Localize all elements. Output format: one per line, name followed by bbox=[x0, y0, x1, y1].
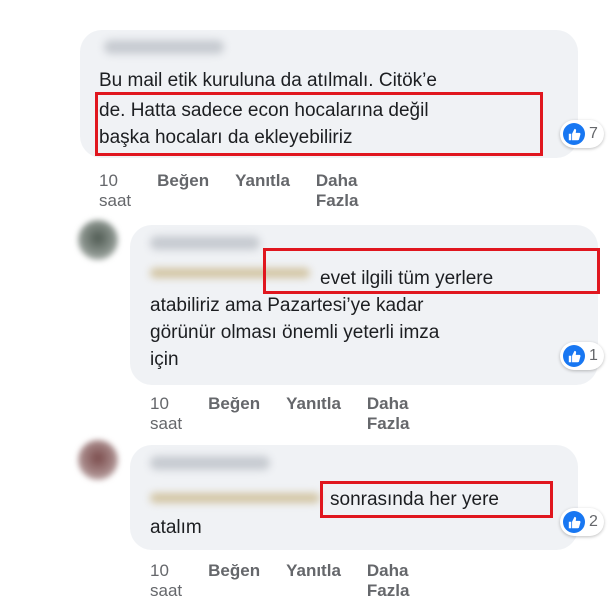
reaction-badge[interactable]: 1 bbox=[560, 342, 604, 370]
author-name-redacted[interactable] bbox=[104, 40, 224, 54]
comment-text-line: Bu mail etik kuruluna da atılmalı. Citök… bbox=[99, 70, 437, 91]
reaction-count: 2 bbox=[589, 513, 598, 530]
author-name-redacted[interactable] bbox=[150, 456, 270, 470]
reply-button[interactable]: Yanıtla bbox=[286, 394, 341, 434]
like-button[interactable]: Beğen bbox=[157, 171, 209, 211]
comment-text-line: görünür olması önemli yeterli imza bbox=[150, 322, 440, 343]
comment-actions: 10 saat Beğen Yanıtla Daha Fazla bbox=[99, 171, 384, 211]
reply-button[interactable]: Yanıtla bbox=[235, 171, 290, 211]
timestamp[interactable]: 10 saat bbox=[150, 394, 182, 434]
reaction-count: 1 bbox=[589, 347, 598, 364]
comment-actions: 10 saat Beğen Yanıtla Daha Fazla bbox=[150, 561, 435, 601]
timestamp[interactable]: 10 saat bbox=[99, 171, 131, 211]
like-button[interactable]: Beğen bbox=[208, 561, 260, 601]
author-subtitle-redacted bbox=[150, 493, 320, 503]
comment-text-line: için bbox=[150, 349, 179, 370]
more-button[interactable]: Daha Fazla bbox=[367, 561, 410, 601]
reaction-badge[interactable]: 2 bbox=[560, 508, 604, 536]
thumbs-up-icon bbox=[563, 123, 585, 145]
comment-text-line: atalım bbox=[150, 517, 202, 538]
comment-actions: 10 saat Beğen Yanıtla Daha Fazla bbox=[150, 394, 435, 434]
reply-button[interactable]: Yanıtla bbox=[286, 561, 341, 601]
reaction-badge[interactable]: 7 bbox=[560, 120, 604, 148]
highlight-box bbox=[320, 481, 553, 518]
more-button[interactable]: Daha Fazla bbox=[367, 394, 410, 434]
reaction-count: 7 bbox=[589, 125, 598, 142]
timestamp[interactable]: 10 saat bbox=[150, 561, 182, 601]
comment-text-line: atabiliriz ama Pazartesi’ye kadar bbox=[150, 295, 424, 316]
like-button[interactable]: Beğen bbox=[208, 394, 260, 434]
thumbs-up-icon bbox=[563, 511, 585, 533]
highlight-box bbox=[95, 92, 543, 156]
thumbs-up-icon bbox=[563, 345, 585, 367]
more-button[interactable]: Daha Fazla bbox=[316, 171, 359, 211]
highlight-box bbox=[263, 248, 600, 294]
avatar[interactable] bbox=[78, 440, 118, 480]
author-name-redacted[interactable] bbox=[150, 236, 260, 250]
avatar[interactable] bbox=[78, 220, 118, 260]
